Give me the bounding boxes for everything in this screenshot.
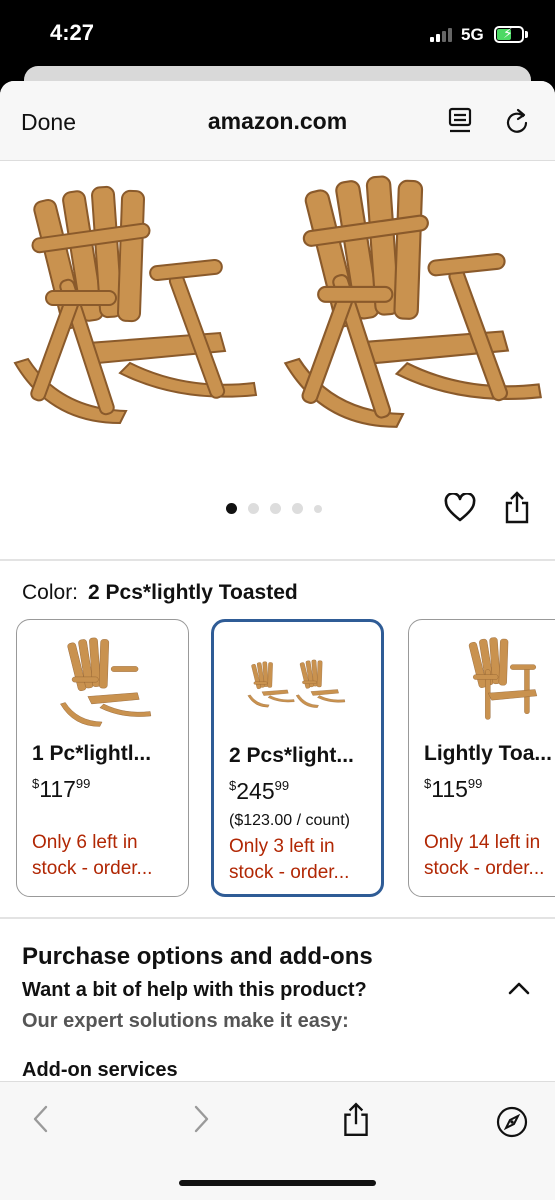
product-image-chair-left [13,185,258,425]
swatch-price: $11799 [32,776,91,802]
reader-icon[interactable] [448,107,474,142]
swatch-price: $11599 [424,776,483,802]
product-image-chair-right [283,175,542,428]
swatch-image [60,637,152,727]
color-swatch[interactable]: 1 Pc*lightl... $11799 Only 6 left in sto… [16,619,189,897]
pagination-dot[interactable] [270,503,281,514]
swatch-stock: Only 3 left in stock - order... [229,836,350,883]
selected-color: 2 Pcs*lightly Toasted [88,581,298,604]
addon-services-heading: Add-on services [22,1059,178,1081]
section-help: Want a bit of help with this product? [22,979,367,1001]
pagination-dot[interactable] [248,503,259,514]
battery-icon: ⚡ [494,25,524,43]
pagination-dot[interactable] [292,503,303,514]
swatch-stock: Only 14 left in stock - order... [424,832,545,879]
browser-sheet: Done amazon.com Color: 2 Pcs*lightly Toa… [0,81,555,1200]
reload-icon[interactable] [505,107,531,142]
pagination-dot[interactable] [226,503,237,514]
section-title: Purchase options and add-ons [22,943,373,970]
swatch-unit-price: ($123.00 / count) [229,812,350,829]
swatch-image [468,637,538,720]
done-button[interactable]: Done [21,109,76,136]
swatch-title: 1 Pc*lightl... [32,742,152,765]
purchase-options-section[interactable]: Purchase options and add-ons Want a bit … [22,943,373,1082]
status-time: 4:27 [50,20,95,45]
color-swatch[interactable]: Lightly Toa... $11599 Only 14 left in st… [408,619,555,897]
share-icon[interactable] [504,491,530,530]
swatch-image [247,659,346,708]
network-label: 5G [461,25,484,44]
share-icon[interactable] [342,1102,370,1143]
swatch-title: 2 Pcs*light... [229,744,354,767]
signal-icon [430,28,452,42]
swatch-title: Lightly Toa... [424,742,552,765]
swatch-stock: Only 6 left in stock - order... [32,832,153,879]
section-subtitle: Our expert solutions make it easy: [22,1010,349,1032]
back-icon[interactable] [32,1104,50,1139]
gallery-pagination[interactable] [226,503,322,514]
color-label: Color: [22,581,79,604]
browser-nav: Done amazon.com [0,81,555,161]
home-indicator [179,1180,376,1186]
swatch-price: $24599 [229,778,290,804]
color-swatch-selected[interactable]: 2 Pcs*light... $24599 ($123.00 / count) … [211,619,384,897]
color-row: Color: 2 Pcs*lightly Toasted [22,581,298,605]
status-bar: 4:27 5G ⚡ [0,0,555,70]
pagination-dot[interactable] [314,504,322,513]
divider [0,559,555,561]
heart-icon[interactable] [444,492,476,528]
forward-icon[interactable] [192,1104,210,1139]
divider [0,917,555,919]
compass-icon[interactable] [496,1106,528,1143]
chevron-up-icon[interactable] [508,981,530,1000]
